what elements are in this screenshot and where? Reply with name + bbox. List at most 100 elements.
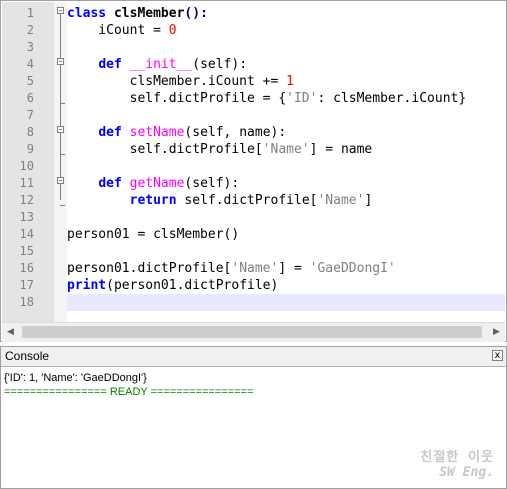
scroll-right-icon[interactable]: ▶ [488,323,505,342]
line-numbers: 1 2 3 4 5 6 7 8 9 10 11 12 13 14 15 16 1… [2,2,54,322]
code-text: (self, name): [184,125,287,140]
code-editor[interactable]: 1 2 3 4 5 6 7 8 9 10 11 12 13 14 15 16 1… [0,0,507,342]
code-line-3[interactable] [67,39,505,56]
line-number: 4 [26,57,34,71]
code-line-8[interactable]: def setName(self, name): [67,124,505,141]
code-line-15[interactable] [67,243,505,260]
string-literal: 'GaeDDongI' [309,261,396,276]
code-text: (self): [184,176,240,191]
line-number: 14 [19,227,34,241]
code-line-4[interactable]: def __init__(self): [67,56,505,73]
line-number: 7 [26,108,34,122]
code-line-14[interactable]: person01 = clsMember() [67,226,505,243]
fold-toggle-getname[interactable] [57,177,64,184]
line-number: 15 [19,244,34,258]
line-number: 8 [26,125,34,139]
fold-toggle-init[interactable] [57,58,64,65]
line-number: 11 [19,176,34,190]
watermark: 친절한 이웃 SW Eng. [420,446,494,480]
line-number: 9 [26,142,34,156]
horizontal-scrollbar[interactable]: ◀ ▶ [2,322,505,342]
function-name: setName [129,125,185,140]
watermark-line: SW Eng. [439,465,494,480]
fold-end-init [60,103,65,104]
code-text: (self): [192,57,248,72]
line-number: 16 [19,261,34,275]
string-literal: 'ID' [286,91,318,106]
line-number: 17 [19,278,34,292]
code-line-16[interactable]: person01.dictProfile['Name'] = 'GaeDDong… [67,260,505,277]
line-number: 1 [26,6,34,20]
code-line-7[interactable] [67,107,505,124]
fold-end-getname [60,205,65,206]
scrollbar-thumb[interactable] [22,326,482,338]
fold-toggle-setname[interactable] [57,126,64,133]
code-text: clsMember.iCount += [67,74,287,89]
code-line-12[interactable]: return self.dictProfile['Name'] [67,192,505,209]
code-line-6[interactable]: self.dictProfile = {'ID': clsMember.iCou… [67,90,505,107]
code-text: person01.dictProfile[ [67,261,232,276]
fold-margin[interactable] [54,2,67,322]
code-text: ] = name [309,142,373,157]
scroll-left-icon[interactable]: ◀ [2,323,19,342]
keyword: return [129,193,177,208]
code-text-area[interactable]: class clsMember(): iCount = 0 def __init… [67,2,505,322]
keyword: def [98,176,122,191]
code-text: self.dictProfile[ [67,142,263,157]
function-name: getName [129,176,185,191]
function-name: __init__ [129,57,193,72]
code-line-5[interactable]: clsMember.iCount += 1 [67,73,505,90]
string-literal: 'Name' [317,193,365,208]
code-text: ] = [278,261,310,276]
keyword: class [67,6,107,21]
code-line-11[interactable]: def getName(self): [67,175,505,192]
console-ready-line: ================ READY ================ [4,386,254,398]
line-number: 5 [26,74,34,88]
console-output-line: {'ID': 1, 'Name': 'GaeDDongI'} [4,372,147,384]
code-text: self.dictProfile[ [176,193,318,208]
number-literal: 1 [286,74,294,89]
code-line-17[interactable]: print(person01.dictProfile) [67,277,505,294]
string-literal: 'Name' [231,261,279,276]
code-line-18-current[interactable] [67,294,505,311]
line-number: 10 [19,159,34,173]
code-text: (): [184,6,208,21]
console-header: Console x [1,347,506,367]
code-line-9[interactable]: self.dictProfile['Name'] = name [67,141,505,158]
code-line-13[interactable] [67,209,505,226]
class-name: clsMember [106,6,185,21]
line-number: 6 [26,91,34,105]
line-number: 13 [19,210,34,224]
console-title: Console [5,349,50,363]
keyword: def [98,125,122,140]
code-line-1[interactable]: class clsMember(): [67,5,505,22]
code-text: iCount = [67,23,169,38]
close-icon[interactable]: x [492,350,503,361]
code-line-10[interactable] [67,158,505,175]
fold-toggle-class[interactable] [57,7,64,14]
line-number: 2 [26,23,34,37]
number-literal: 0 [168,23,177,38]
code-line-2[interactable]: iCount = 0 [67,22,505,39]
code-text: person01 = clsMember() [67,227,240,242]
fold-line-class [60,14,61,200]
code-text: (person01.dictProfile) [106,278,279,293]
code-text: ] [364,193,373,208]
code-text: : clsMember.iCount} [317,91,467,106]
code-text: self.dictProfile = { [67,91,287,106]
watermark-line: 친절한 이웃 [420,450,494,465]
line-number: 18 [19,295,34,309]
keyword: def [98,57,122,72]
string-literal: 'Name' [262,142,310,157]
line-number: 12 [19,193,34,207]
builtin-function: print [67,278,107,293]
console-panel: Console x {'ID': 1, 'Name': 'GaeDDongI'}… [0,346,507,489]
line-number: 3 [26,40,34,54]
fold-end-setname [60,154,65,155]
